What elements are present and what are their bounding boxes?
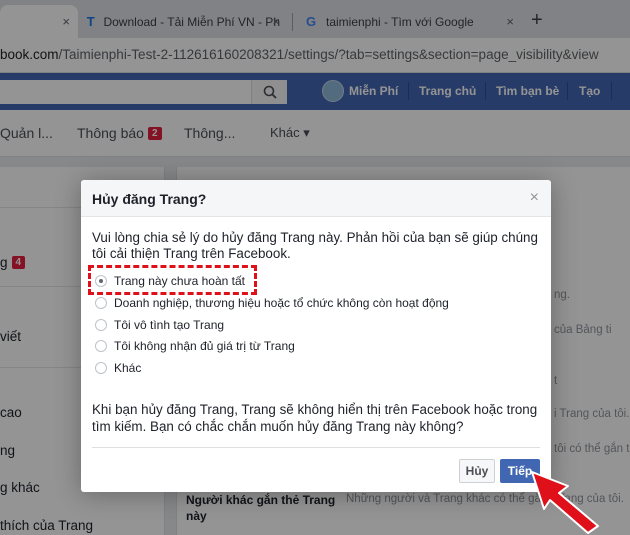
reason-option-not-enough-value[interactable]: Tôi không nhận đủ giá trị từ Trang xyxy=(95,339,295,353)
reason-option-created-by-accident[interactable]: Tôi vô tình tạo Trang xyxy=(95,318,224,332)
radio-button[interactable] xyxy=(95,319,107,331)
reason-option-business-closed[interactable]: Doanh nghiệp, thương hiệu hoặc tổ chức k… xyxy=(95,296,449,310)
dialog-footer-divider xyxy=(92,447,540,448)
reason-label: Khác xyxy=(114,361,142,375)
highlight-box xyxy=(88,265,257,295)
cancel-button[interactable]: Hủy xyxy=(459,459,495,483)
reason-label: Doanh nghiệp, thương hiệu hoặc tổ chức k… xyxy=(114,296,449,310)
radio-button[interactable] xyxy=(95,340,107,352)
red-arrow-icon xyxy=(531,471,599,534)
dialog-warning: Khi bạn hủy đăng Trang, Trang sẽ không h… xyxy=(92,402,538,434)
reason-option-other[interactable]: Khác xyxy=(95,361,141,375)
reason-label: Tôi không nhận đủ giá trị từ Trang xyxy=(114,339,295,353)
radio-button[interactable] xyxy=(95,362,107,374)
close-icon[interactable]: × xyxy=(530,189,539,207)
radio-button[interactable] xyxy=(95,297,107,309)
dialog-header: Hủy đăng Trang? × xyxy=(81,180,551,217)
reason-label: Tôi vô tình tạo Trang xyxy=(114,318,225,332)
unpublish-page-dialog: Hủy đăng Trang? × Vui lòng chia sẻ lý do… xyxy=(81,180,551,492)
dialog-intro: Vui lòng chia sẻ lý do hủy đăng Trang nà… xyxy=(92,230,538,261)
dialog-title: Hủy đăng Trang? xyxy=(92,191,207,207)
